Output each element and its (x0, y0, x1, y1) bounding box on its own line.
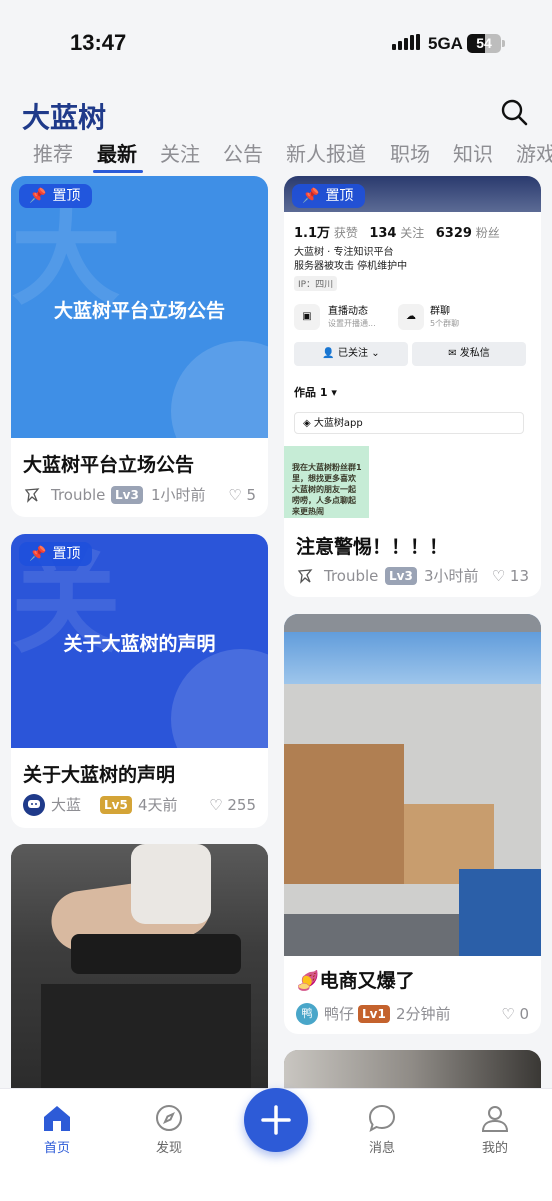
post-card[interactable] (11, 844, 268, 1104)
tab-knowledge[interactable]: 知识 (453, 138, 493, 167)
home-icon (44, 1106, 70, 1131)
category-tabs: 推荐 最新 关注 公告 新人报道 职场 知识 游戏 (0, 136, 552, 172)
post-meta: Trouble Lv3 3小时前 ♡ 13 (296, 565, 529, 587)
tab-recommend[interactable]: 推荐 (33, 138, 73, 167)
post-card[interactable]: 大 📌 置顶 大蓝树平台立场公告 大蓝树平台立场公告 Trouble Lv3 1小… (11, 176, 268, 517)
message-button: ✉ 发私信 (412, 342, 526, 366)
tab-announcement[interactable]: 公告 (223, 138, 263, 167)
author-avatar[interactable] (296, 567, 314, 585)
nav-profile[interactable]: 我的 (455, 1103, 535, 1156)
like-count[interactable]: ♡ 13 (492, 565, 529, 587)
post-card[interactable]: 关 📌 置顶 关于大蓝树的声明 关于大蓝树的声明 大蓝 Lv5 4天前 ♡ 255 (11, 534, 268, 828)
status-time: 13:47 (70, 30, 127, 55)
post-time: 2分钟前 (396, 1005, 451, 1023)
post-meta: 大蓝 Lv5 4天前 ♡ 255 (23, 794, 256, 816)
cover-text: 关于大蓝树的声明 (63, 633, 216, 655)
post-title: 大蓝树平台立场公告 (23, 454, 195, 476)
plus-icon (261, 1105, 291, 1135)
pin-icon: 📌 (302, 188, 320, 204)
post-meta: Trouble Lv3 1小时前 ♡ 5 (23, 484, 256, 506)
follow-button: 👤 已关注 ⌄ (294, 342, 408, 366)
nav-home[interactable]: 首页 (17, 1103, 97, 1156)
post-title: 🍠电商又爆了 (296, 970, 415, 992)
app-title: 大蓝树 (22, 101, 107, 134)
nav-discover[interactable]: 发现 (129, 1103, 209, 1156)
heart-icon: ♡ (209, 796, 228, 814)
like-count[interactable]: ♡ 0 (501, 1003, 529, 1025)
author-name[interactable]: Trouble (324, 565, 378, 587)
live-icon: ▣ (294, 304, 320, 330)
signal-icon (392, 34, 420, 50)
tab-following[interactable]: 关注 (160, 138, 200, 167)
post-photo (11, 844, 268, 1104)
profile-bio: 大蓝树 · 专注知识平台 服务器被攻击 停机维护中 (294, 247, 408, 272)
chat-bubble-icon (368, 1104, 396, 1133)
user-icon (481, 1106, 509, 1132)
profile-ip: IP：四川 (294, 276, 338, 291)
create-post-button[interactable] (244, 1088, 308, 1152)
battery-level: 54 (476, 35, 492, 51)
cover-text: 大蓝树平台立场公告 (53, 300, 225, 322)
author-avatar[interactable] (23, 486, 41, 504)
post-cover: 关 📌 置顶 关于大蓝树的声明 (11, 534, 268, 748)
heart-icon: ♡ (228, 486, 247, 504)
author-name[interactable]: 鸭仔 (324, 1003, 354, 1025)
level-badge: Lv5 (100, 796, 132, 814)
post-title: 注意警惕！！！！ (296, 536, 449, 558)
work-thumbnail: 我在大蓝树粉丝群1里，想找更多喜欢大蓝树的朋友一起唠唠，人多点聊起来更热闹 (284, 446, 369, 518)
post-time: 4天前 (138, 796, 178, 814)
nav-messages[interactable]: 消息 (342, 1103, 422, 1156)
author-name[interactable]: 大蓝 (51, 794, 81, 816)
collection-tag: ◈ 大蓝树app (294, 412, 524, 434)
battery-icon: 54 (467, 34, 505, 53)
post-card[interactable]: 📌 置顶 1.1万 获赞 134 关注 6329 粉丝 大蓝树 · 专注知识平台服… (284, 176, 541, 597)
post-meta: 鸭 鸭仔 Lv1 2分钟前 ♡ 0 (296, 1003, 529, 1025)
sweet-potato-icon: 🍠 (296, 970, 320, 992)
post-cover: 大 📌 置顶 大蓝树平台立场公告 (11, 176, 268, 438)
post-title: 关于大蓝树的声明 (23, 764, 176, 786)
status-bar: 13:47 5GA 54 (0, 0, 552, 90)
cover-decoration (171, 649, 268, 748)
group-chat-icon: ☁ (398, 304, 424, 330)
level-badge: Lv3 (385, 567, 417, 585)
tab-newcomers[interactable]: 新人报道 (286, 138, 366, 167)
compass-icon (156, 1105, 182, 1131)
pin-icon: 📌 (29, 546, 47, 562)
works-label: 作品 1 ▾ (294, 386, 337, 399)
post-time: 1小时前 (151, 486, 206, 504)
level-badge: Lv1 (358, 1005, 390, 1023)
tab-workplace[interactable]: 职场 (390, 138, 430, 167)
like-count[interactable]: ♡ 255 (209, 794, 256, 816)
tab-latest[interactable]: 最新 (97, 138, 137, 167)
heart-icon: ♡ (501, 1005, 520, 1023)
post-photo (284, 614, 541, 956)
profile-stats: 1.1万 获赞 134 关注 6329 粉丝 (294, 226, 500, 241)
pinned-badge: 📌 置顶 (19, 542, 93, 566)
tab-games[interactable]: 游戏 (516, 138, 552, 167)
post-card[interactable]: 🍠电商又爆了 鸭 鸭仔 Lv1 2分钟前 ♡ 0 (284, 614, 541, 1034)
pin-icon: 📌 (29, 188, 47, 204)
author-name[interactable]: Trouble (51, 484, 105, 506)
post-time: 3小时前 (424, 567, 479, 585)
author-avatar[interactable]: 鸭 (296, 1003, 318, 1025)
network-type: 5GA (428, 34, 463, 53)
author-avatar[interactable] (23, 794, 45, 816)
pinned-badge: 📌 置顶 (19, 184, 93, 208)
search-icon[interactable] (500, 98, 528, 126)
like-count[interactable]: ♡ 5 (228, 484, 256, 506)
active-tab-indicator (93, 170, 143, 173)
pinned-badge: 📌 置顶 (292, 184, 366, 208)
post-cover: 📌 置顶 1.1万 获赞 134 关注 6329 粉丝 大蓝树 · 专注知识平台服… (284, 176, 541, 518)
heart-icon: ♡ (491, 567, 510, 585)
cover-decoration (171, 341, 268, 438)
level-badge: Lv3 (111, 486, 143, 504)
